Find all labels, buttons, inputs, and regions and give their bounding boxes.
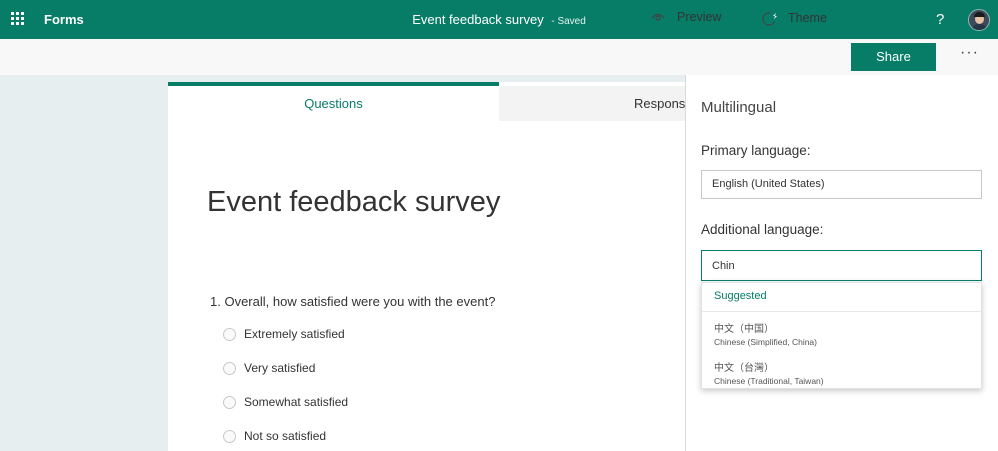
document-title-text: Event feedback survey — [412, 12, 544, 27]
radio-button[interactable] — [223, 395, 236, 409]
palette-icon — [762, 10, 781, 26]
radio-button[interactable] — [223, 429, 236, 443]
primary-language-select[interactable]: English (United States) — [701, 170, 982, 199]
divider — [702, 311, 981, 312]
preview-button[interactable]: Preview — [651, 10, 721, 24]
suggestion-english-name: Chinese (Traditional, Taiwan) — [714, 376, 824, 386]
top-bar: Forms Event feedback survey - Saved ? — [0, 0, 998, 39]
eye-icon — [651, 13, 665, 21]
tab-questions[interactable]: Questions — [168, 82, 499, 121]
question-title[interactable]: 1. Overall, how satisfied were you with … — [210, 294, 495, 309]
save-status: - Saved — [551, 16, 586, 27]
additional-language-label: Additional language: — [701, 222, 824, 237]
help-icon[interactable]: ? — [936, 11, 944, 28]
suggested-heading: Suggested — [714, 290, 767, 302]
option-label: Not so satisfied — [244, 429, 327, 443]
option-very-satisfied[interactable]: Very satisfied — [223, 361, 315, 375]
option-label: Extremely satisfied — [244, 327, 345, 341]
share-button[interactable]: Share — [851, 43, 936, 71]
option-label: Somewhat satisfied — [244, 395, 349, 409]
radio-button[interactable] — [223, 327, 236, 341]
preview-label: Preview — [677, 10, 722, 24]
save-status-text: Saved — [557, 16, 586, 27]
suggestion-english-name: Chinese (Simplified, China) — [714, 337, 817, 347]
more-options-icon[interactable]: ··· — [960, 44, 979, 62]
option-extremely-satisfied[interactable]: Extremely satisfied — [223, 327, 345, 341]
option-somewhat-satisfied[interactable]: Somewhat satisfied — [223, 395, 348, 409]
theme-button[interactable]: Theme — [762, 10, 827, 26]
form-title[interactable]: Event feedback survey — [207, 186, 500, 219]
radio-button[interactable] — [223, 361, 236, 375]
additional-language-input[interactable] — [701, 250, 982, 281]
multilingual-panel: Multilingual Primary language: English (… — [685, 75, 998, 451]
avatar[interactable] — [968, 9, 990, 31]
suggestion-chinese-traditional[interactable]: 中文（台灣） Chinese (Traditional, Taiwan) — [714, 359, 824, 386]
panel-title: Multilingual — [701, 99, 777, 116]
primary-language-label: Primary language: — [701, 143, 811, 158]
option-not-so-satisfied[interactable]: Not so satisfied — [223, 429, 326, 443]
tab-responses[interactable]: Responses — [499, 86, 685, 121]
document-title: Event feedback survey - Saved — [0, 12, 998, 27]
command-bar — [0, 39, 998, 75]
option-label: Very satisfied — [244, 361, 316, 375]
suggestion-chinese-simplified[interactable]: 中文（中国） Chinese (Simplified, China) — [714, 320, 817, 347]
form-card: Questions Responses Event feedback surve… — [168, 82, 685, 451]
language-suggestions-dropdown: Suggested 中文（中国） Chinese (Simplified, Ch… — [701, 282, 982, 389]
suggestion-native-name: 中文（台灣） — [714, 363, 774, 374]
suggestion-native-name: 中文（中国） — [714, 324, 774, 335]
theme-label: Theme — [788, 11, 827, 25]
